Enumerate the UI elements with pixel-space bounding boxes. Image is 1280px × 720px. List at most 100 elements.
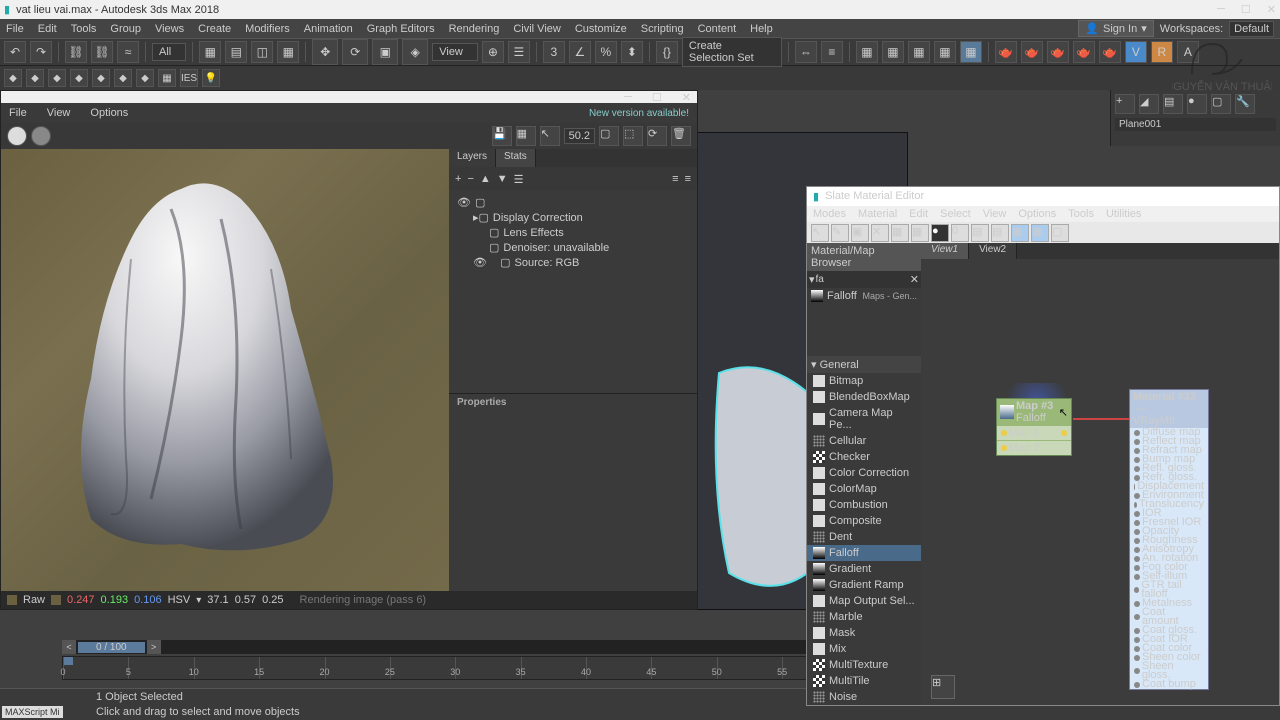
zero-icon[interactable]: 0 (951, 224, 969, 242)
spinner-snap-icon[interactable]: ⬍ (621, 41, 643, 63)
next-frame-icon[interactable]: > (147, 640, 161, 654)
slate-titlebar[interactable]: ▮ Slate Material Editor (807, 187, 1279, 206)
render-window-titlebar[interactable]: ─ ☐ ✕ (1, 91, 697, 103)
hierarchy-tab-icon[interactable]: ▤ (1163, 94, 1183, 114)
render-iter-icon[interactable]: 🫖 (1099, 41, 1121, 63)
map-item-dent[interactable]: Dent (807, 529, 921, 545)
select-name-icon[interactable]: ▤ (225, 41, 247, 63)
map-item-gradient[interactable]: Gradient (807, 561, 921, 577)
mode-hsv[interactable]: HSV (168, 594, 191, 606)
select-region-icon[interactable]: ◫ (251, 41, 273, 63)
map-item-mix[interactable]: Mix (807, 641, 921, 657)
layout2-icon[interactable]: ▦ (911, 224, 929, 242)
view1-tab[interactable]: View1 (921, 243, 969, 259)
modify-tab-icon[interactable]: ◢ (1139, 94, 1159, 114)
maxscript-listener[interactable]: MAXScript Mi (2, 706, 63, 718)
refresh-icon[interactable]: ⟳ (647, 126, 667, 146)
pointer-icon[interactable]: ↖ (811, 224, 829, 242)
undo-icon[interactable]: ↶ (4, 41, 26, 63)
menu-graph-editors[interactable]: Graph Editors (367, 23, 435, 35)
sign-in-button[interactable]: 👤 Sign In ▾ (1078, 20, 1153, 37)
slate-menu-tools[interactable]: Tools (1068, 208, 1094, 220)
assign-icon[interactable]: ▣ (851, 224, 869, 242)
motion-tab-icon[interactable]: ● (1187, 94, 1207, 114)
menu-scripting[interactable]: Scripting (641, 23, 684, 35)
remove-icon[interactable]: − (467, 173, 473, 185)
vray-icon[interactable]: V (1125, 41, 1147, 63)
autodesk-icon[interactable]: A (1177, 41, 1199, 63)
map-item-blendedboxmap[interactable]: BlendedBoxMap (807, 389, 921, 405)
unlink-icon[interactable]: ⛓ (91, 41, 113, 63)
map-item-gradientramp[interactable]: Gradient Ramp (807, 577, 921, 593)
bind-icon[interactable]: ≈ (117, 41, 139, 63)
nav-icon[interactable]: ▤ (971, 224, 989, 242)
delete-icon[interactable]: ✕ (871, 224, 889, 242)
save-icon[interactable]: 💾 (492, 126, 512, 146)
tb2-icon[interactable]: IES (180, 69, 198, 87)
tree-display-correction[interactable]: Display Correction (493, 212, 583, 224)
tb2-icon[interactable]: ◆ (136, 69, 154, 87)
curve-editor-icon[interactable]: ▦ (908, 41, 930, 63)
tab-stats[interactable]: Stats (496, 149, 536, 167)
slate-menu-edit[interactable]: Edit (909, 208, 928, 220)
align-icon[interactable]: ≡ (821, 41, 843, 63)
tb2-icon[interactable]: ◆ (26, 69, 44, 87)
minimize-icon[interactable]: ─ (624, 91, 632, 103)
render-icon[interactable]: 🫖 (1047, 41, 1069, 63)
tree-source[interactable]: Source: RGB (515, 257, 580, 269)
snap-icon[interactable]: 3 (543, 41, 565, 63)
tree-lens-effects[interactable]: Lens Effects (503, 227, 563, 239)
nav2-icon[interactable]: ▤ (991, 224, 1009, 242)
slate-menu-view[interactable]: View (983, 208, 1007, 220)
percent-snap-icon[interactable]: % (595, 41, 617, 63)
extra-icon[interactable]: ▢ (1051, 224, 1069, 242)
selection-set-dropdown[interactable]: Create Selection Set (682, 37, 782, 67)
browser-falloff-item[interactable]: Falloff (827, 290, 857, 302)
render-menu-options[interactable]: Options (90, 107, 128, 119)
tb2-icon[interactable]: ▦ (158, 69, 176, 87)
node-view[interactable]: View1 View2 Map #3Falloff↖ Map 1 Map 2 M… (921, 243, 1279, 705)
add-icon[interactable]: + (455, 173, 461, 185)
pick-icon[interactable]: ⬚ (623, 126, 643, 146)
toggle-ribbon-icon[interactable]: ▦ (882, 41, 904, 63)
sphere2-icon[interactable] (31, 126, 51, 146)
menu-help[interactable]: Help (750, 23, 773, 35)
redo-icon[interactable]: ↷ (30, 41, 52, 63)
map-item-falloff[interactable]: Falloff (807, 545, 921, 561)
trash-icon[interactable]: 🗑 (671, 126, 691, 146)
map-item-bitmap[interactable]: Bitmap (807, 373, 921, 389)
zoom-value[interactable]: 50.2 (564, 128, 595, 144)
create-tab-icon[interactable]: + (1115, 94, 1135, 114)
expand-icon[interactable]: ≡ (685, 173, 691, 185)
slate-menu-utilities[interactable]: Utilities (1106, 208, 1141, 220)
prev-frame-icon[interactable]: < (62, 640, 76, 654)
layer-explorer-icon[interactable]: ▦ (856, 41, 878, 63)
menu-rendering[interactable]: Rendering (449, 23, 500, 35)
maximize-button[interactable]: ☐ (1241, 3, 1251, 16)
tb2-icon[interactable]: ◆ (4, 69, 22, 87)
param-toggle-icon[interactable]: ▦ (1031, 224, 1049, 242)
clear-search-icon[interactable]: ✕ (910, 273, 919, 286)
map-item-mask[interactable]: Mask (807, 625, 921, 641)
sphere-icon[interactable] (7, 126, 27, 146)
frame-indicator[interactable]: 0 / 100 (78, 642, 145, 653)
layout-icon[interactable]: ▦ (891, 224, 909, 242)
scale-icon[interactable]: ▣ (372, 39, 398, 65)
tb2-icon[interactable]: ◆ (114, 69, 132, 87)
select-icon[interactable]: ▦ (199, 41, 221, 63)
properties-header[interactable]: Properties (449, 393, 697, 411)
tab-layers[interactable]: Layers (449, 149, 496, 167)
tb2-icon[interactable]: ◆ (70, 69, 88, 87)
pick-icon[interactable]: ✎ (831, 224, 849, 242)
browser-group-general[interactable]: ▾ General (807, 356, 921, 373)
menu-create[interactable]: Create (198, 23, 231, 35)
move-icon[interactable]: ✥ (312, 39, 338, 65)
selection-filter-dropdown[interactable]: All (152, 43, 186, 61)
menu-modifiers[interactable]: Modifiers (245, 23, 290, 35)
menu-content[interactable]: Content (698, 23, 737, 35)
menu-customize[interactable]: Customize (575, 23, 627, 35)
menu-file[interactable]: File (6, 23, 24, 35)
placement-icon[interactable]: ◈ (402, 39, 428, 65)
tb2-icon[interactable]: 💡 (202, 69, 220, 87)
menu-group[interactable]: Group (110, 23, 141, 35)
